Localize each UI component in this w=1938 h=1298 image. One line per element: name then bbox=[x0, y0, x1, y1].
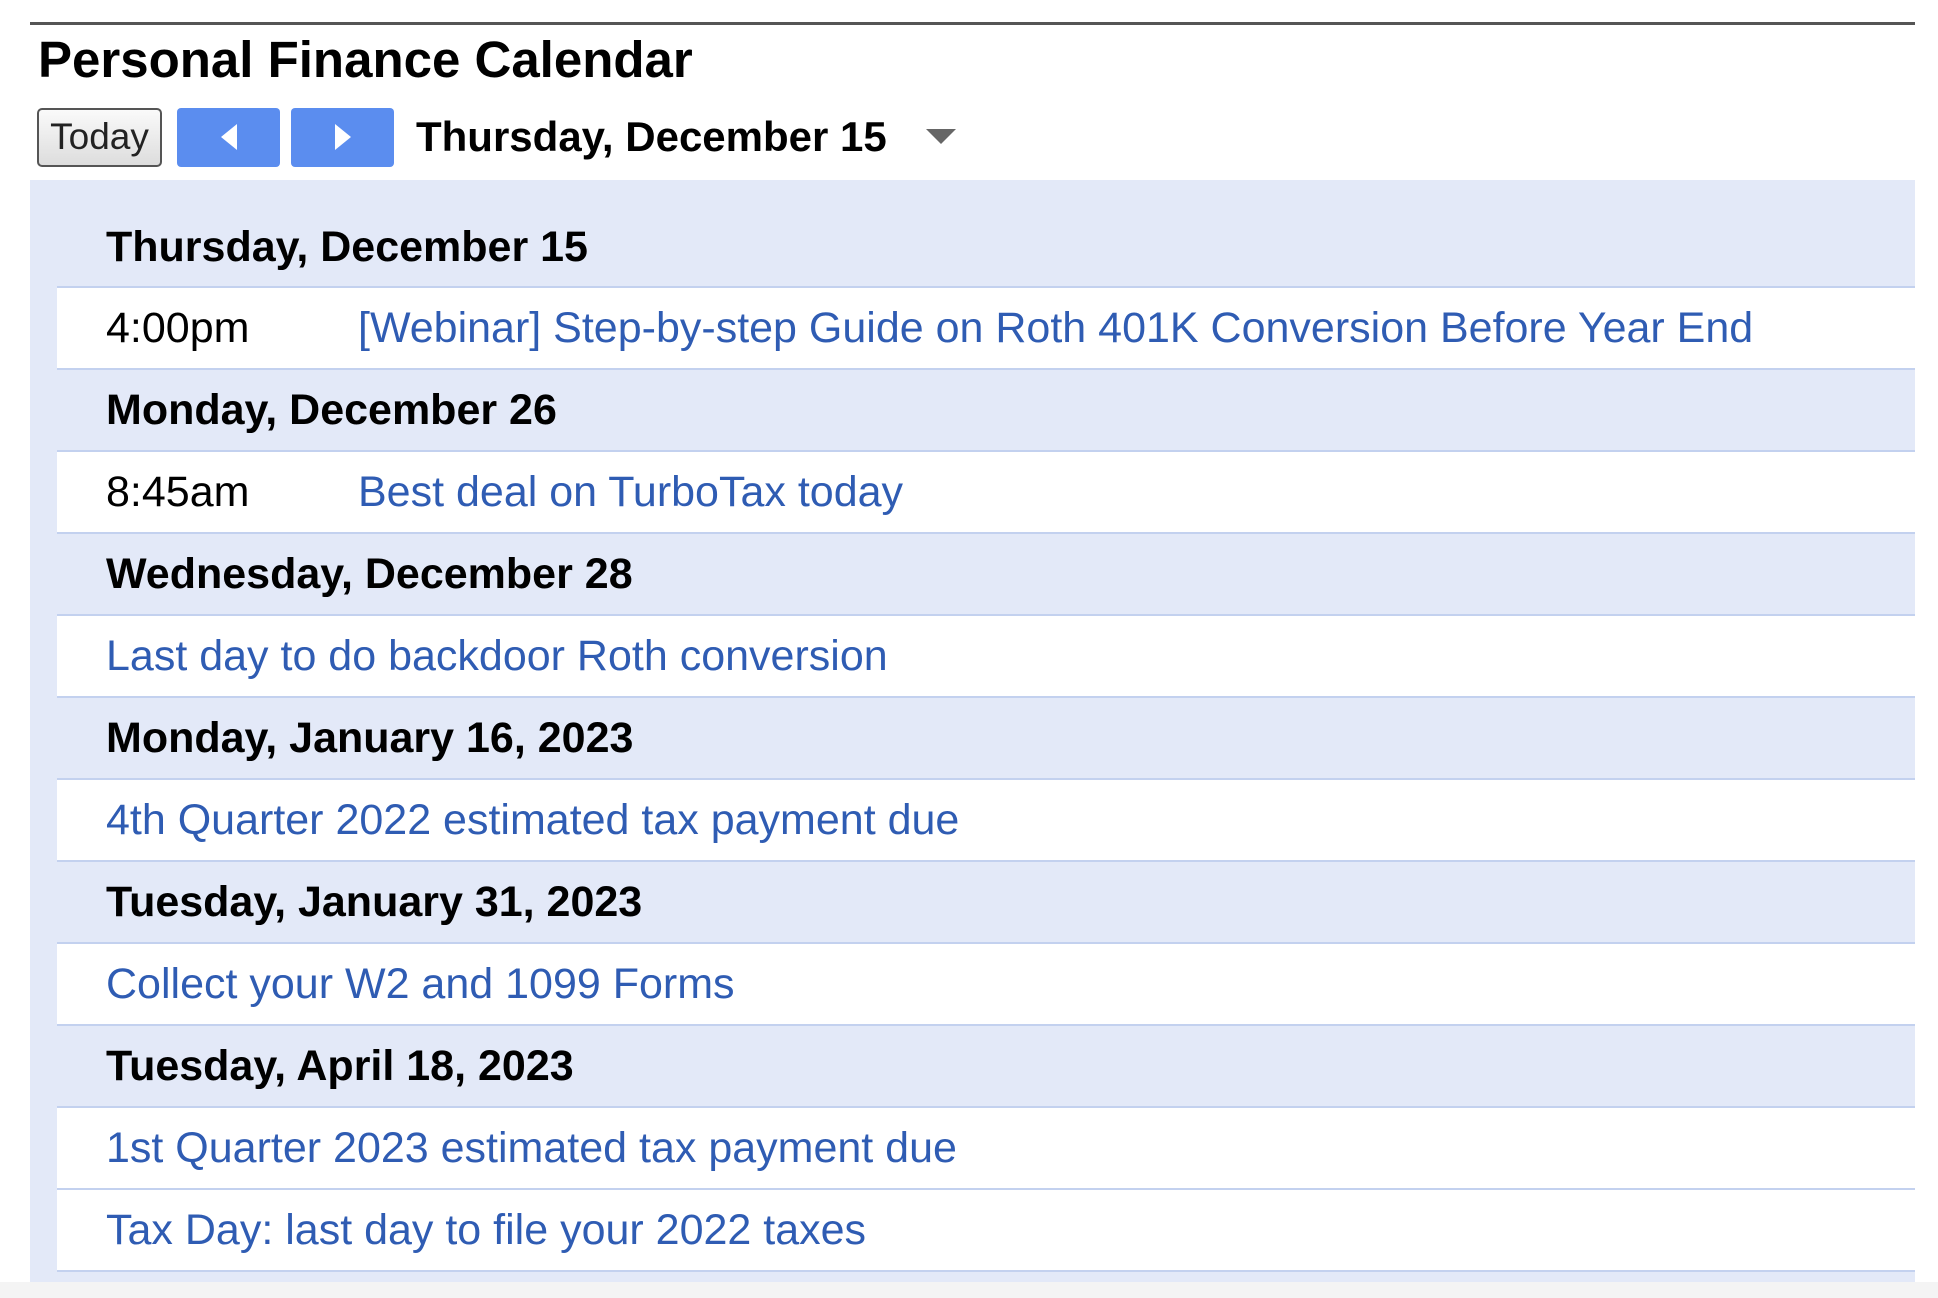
event-link[interactable]: 4th Quarter 2022 estimated tax payment d… bbox=[106, 796, 959, 845]
event-link[interactable]: Best deal on TurboTax today bbox=[358, 468, 903, 517]
agenda-panel: Thursday, December 15 4:00pm [Webinar] Ste… bbox=[30, 180, 1915, 1283]
previous-button[interactable] bbox=[177, 107, 280, 167]
event-row: 4th Quarter 2022 estimated tax payment d… bbox=[57, 780, 1915, 862]
chevron-left-icon bbox=[220, 124, 237, 150]
next-button[interactable] bbox=[291, 107, 394, 167]
date-dropdown-button[interactable] bbox=[925, 127, 957, 147]
top-divider bbox=[30, 22, 1915, 25]
chevron-right-icon bbox=[334, 124, 351, 150]
caret-down-icon bbox=[925, 129, 956, 144]
day-header: Tuesday, April 18, 2023 bbox=[57, 1026, 1915, 1108]
bottom-edge bbox=[0, 1282, 1938, 1298]
today-button[interactable]: Today bbox=[37, 107, 162, 167]
event-link[interactable]: Tax Day: last day to file your 2022 taxe… bbox=[106, 1206, 866, 1255]
event-row: Tax Day: last day to file your 2022 taxe… bbox=[57, 1190, 1915, 1272]
current-date-label[interactable]: Thursday, December 15 bbox=[416, 113, 887, 161]
calendar-toolbar: Today Thursday, December 15 bbox=[37, 107, 957, 167]
event-link[interactable]: [Webinar] Step-by-step Guide on Roth 401… bbox=[358, 304, 1753, 353]
event-row: Last day to do backdoor Roth conversion bbox=[57, 616, 1915, 698]
event-time: 4:00pm bbox=[106, 303, 250, 352]
event-row: 4:00pm [Webinar] Step-by-step Guide on Ro… bbox=[57, 288, 1915, 370]
calendar-title: Personal Finance Calendar bbox=[38, 31, 693, 88]
day-header: Monday, December 26 bbox=[57, 370, 1915, 452]
event-row: 8:45am Best deal on TurboTax today bbox=[57, 452, 1915, 534]
day-header: Wednesday, December 28 bbox=[57, 534, 1915, 616]
event-time: 8:45am bbox=[106, 467, 250, 516]
day-header: Thursday, December 15 bbox=[57, 208, 1915, 288]
event-link[interactable]: Collect your W2 and 1099 Forms bbox=[106, 960, 735, 1009]
agenda-list: Thursday, December 15 4:00pm [Webinar] Ste… bbox=[57, 208, 1915, 1272]
event-link[interactable]: Last day to do backdoor Roth conversion bbox=[106, 632, 888, 681]
day-header: Tuesday, January 31, 2023 bbox=[57, 862, 1915, 944]
day-header: Monday, January 16, 2023 bbox=[57, 698, 1915, 780]
event-row: Collect your W2 and 1099 Forms bbox=[57, 944, 1915, 1026]
event-row: 1st Quarter 2023 estimated tax payment d… bbox=[57, 1108, 1915, 1190]
event-link[interactable]: 1st Quarter 2023 estimated tax payment d… bbox=[106, 1124, 957, 1173]
